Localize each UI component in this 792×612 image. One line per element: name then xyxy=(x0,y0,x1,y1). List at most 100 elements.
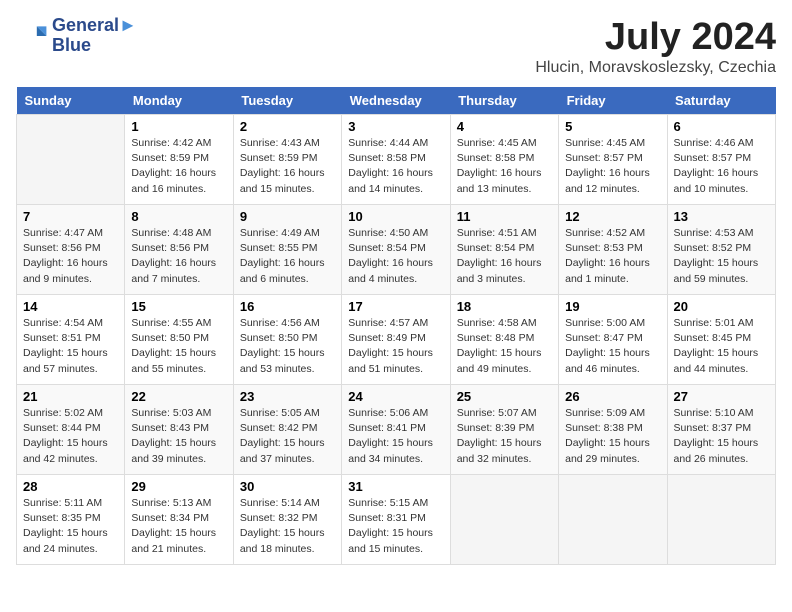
day-info: Sunrise: 5:07 AMSunset: 8:39 PMDaylight:… xyxy=(457,406,552,467)
day-number: 15 xyxy=(131,299,226,314)
calendar-cell: 9 Sunrise: 4:49 AMSunset: 8:55 PMDaylight… xyxy=(233,205,341,295)
day-info: Sunrise: 5:05 AMSunset: 8:42 PMDaylight:… xyxy=(240,406,335,467)
weekday-header-wednesday: Wednesday xyxy=(342,87,450,115)
day-info: Sunrise: 4:49 AMSunset: 8:55 PMDaylight:… xyxy=(240,226,335,287)
day-info: Sunrise: 4:48 AMSunset: 8:56 PMDaylight:… xyxy=(131,226,226,287)
day-number: 13 xyxy=(674,209,769,224)
calendar-cell xyxy=(667,475,775,565)
day-number: 3 xyxy=(348,119,443,134)
day-info: Sunrise: 4:58 AMSunset: 8:48 PMDaylight:… xyxy=(457,316,552,377)
calendar-cell: 18Sunrise: 4:58 AMSunset: 8:48 PMDayligh… xyxy=(450,295,558,385)
calendar-cell: 28 Sunrise: 5:11 AMSunset: 8:35 PMDayligh… xyxy=(17,475,125,565)
month-title: July 2024 xyxy=(535,16,776,59)
calendar-cell: 26 Sunrise: 5:09 AMSunset: 8:38 PMDayligh… xyxy=(559,385,667,475)
day-info: Sunrise: 4:56 AMSunset: 8:50 PMDaylight:… xyxy=(240,316,335,377)
day-info: Sunrise: 4:42 AMSunset: 8:59 PMDaylight:… xyxy=(131,136,226,197)
calendar-cell: 12 Sunrise: 4:52 AMSunset: 8:53 PMDayligh… xyxy=(559,205,667,295)
week-row-2: 7Sunrise: 4:47 AMSunset: 8:56 PMDaylight… xyxy=(17,205,776,295)
day-info: Sunrise: 5:02 AMSunset: 8:44 PMDaylight:… xyxy=(23,406,118,467)
week-row-3: 14 Sunrise: 4:54 AMSunset: 8:51 PMDayligh… xyxy=(17,295,776,385)
calendar-cell: 31 Sunrise: 5:15 AMSunset: 8:31 PMDayligh… xyxy=(342,475,450,565)
calendar-cell: 21 Sunrise: 5:02 AMSunset: 8:44 PMDayligh… xyxy=(17,385,125,475)
day-number: 30 xyxy=(240,479,335,494)
calendar-cell: 25 Sunrise: 5:07 AMSunset: 8:39 PMDayligh… xyxy=(450,385,558,475)
weekday-header-thursday: Thursday xyxy=(450,87,558,115)
day-info: Sunrise: 5:03 AMSunset: 8:43 PMDaylight:… xyxy=(131,406,226,467)
calendar-cell: 17 Sunrise: 4:57 AMSunset: 8:49 PMDayligh… xyxy=(342,295,450,385)
day-number: 25 xyxy=(457,389,552,404)
day-number: 23 xyxy=(240,389,335,404)
day-number: 14 xyxy=(23,299,118,314)
day-info: Sunrise: 4:43 AMSunset: 8:59 PMDaylight:… xyxy=(240,136,335,197)
day-number: 17 xyxy=(348,299,443,314)
day-number: 9 xyxy=(240,209,335,224)
day-info: Sunrise: 4:46 AMSunset: 8:57 PMDaylight:… xyxy=(674,136,769,197)
day-info: Sunrise: 4:52 AMSunset: 8:53 PMDaylight:… xyxy=(565,226,660,287)
day-info: Sunrise: 4:44 AMSunset: 8:58 PMDaylight:… xyxy=(348,136,443,197)
day-info: Sunrise: 5:06 AMSunset: 8:41 PMDaylight:… xyxy=(348,406,443,467)
day-number: 1 xyxy=(131,119,226,134)
calendar-cell xyxy=(559,475,667,565)
day-info: Sunrise: 5:11 AMSunset: 8:35 PMDaylight:… xyxy=(23,496,118,557)
day-number: 16 xyxy=(240,299,335,314)
day-number: 11 xyxy=(457,209,552,224)
calendar-cell: 2 Sunrise: 4:43 AMSunset: 8:59 PMDaylight… xyxy=(233,115,341,205)
calendar-cell: 13Sunrise: 4:53 AMSunset: 8:52 PMDayligh… xyxy=(667,205,775,295)
location-subtitle: Hlucin, Moravskoslezsky, Czechia xyxy=(535,59,776,77)
day-number: 4 xyxy=(457,119,552,134)
day-number: 8 xyxy=(131,209,226,224)
day-info: Sunrise: 5:09 AMSunset: 8:38 PMDaylight:… xyxy=(565,406,660,467)
day-number: 27 xyxy=(674,389,769,404)
day-number: 22 xyxy=(131,389,226,404)
day-info: Sunrise: 4:51 AMSunset: 8:54 PMDaylight:… xyxy=(457,226,552,287)
day-info: Sunrise: 4:54 AMSunset: 8:51 PMDaylight:… xyxy=(23,316,118,377)
day-info: Sunrise: 4:57 AMSunset: 8:49 PMDaylight:… xyxy=(348,316,443,377)
calendar-cell: 22 Sunrise: 5:03 AMSunset: 8:43 PMDayligh… xyxy=(125,385,233,475)
weekday-header-tuesday: Tuesday xyxy=(233,87,341,115)
week-row-5: 28 Sunrise: 5:11 AMSunset: 8:35 PMDayligh… xyxy=(17,475,776,565)
calendar-cell: 16 Sunrise: 4:56 AMSunset: 8:50 PMDayligh… xyxy=(233,295,341,385)
calendar-cell xyxy=(450,475,558,565)
day-number: 2 xyxy=(240,119,335,134)
title-block: July 2024 Hlucin, Moravskoslezsky, Czech… xyxy=(535,16,776,77)
day-number: 26 xyxy=(565,389,660,404)
day-info: Sunrise: 4:45 AMSunset: 8:57 PMDaylight:… xyxy=(565,136,660,197)
day-number: 24 xyxy=(348,389,443,404)
day-number: 19 xyxy=(565,299,660,314)
calendar-cell: 14 Sunrise: 4:54 AMSunset: 8:51 PMDayligh… xyxy=(17,295,125,385)
calendar-cell: 3 Sunrise: 4:44 AMSunset: 8:58 PMDaylight… xyxy=(342,115,450,205)
day-number: 31 xyxy=(348,479,443,494)
week-row-1: 1 Sunrise: 4:42 AMSunset: 8:59 PMDaylight… xyxy=(17,115,776,205)
weekday-header-saturday: Saturday xyxy=(667,87,775,115)
calendar-cell: 7Sunrise: 4:47 AMSunset: 8:56 PMDaylight… xyxy=(17,205,125,295)
calendar-cell: 4 Sunrise: 4:45 AMSunset: 8:58 PMDaylight… xyxy=(450,115,558,205)
day-info: Sunrise: 4:47 AMSunset: 8:56 PMDaylight:… xyxy=(23,226,118,287)
calendar-cell: 10 Sunrise: 4:50 AMSunset: 8:54 PMDayligh… xyxy=(342,205,450,295)
day-number: 5 xyxy=(565,119,660,134)
weekday-header-friday: Friday xyxy=(559,87,667,115)
day-info: Sunrise: 5:10 AMSunset: 8:37 PMDaylight:… xyxy=(674,406,769,467)
calendar-cell: 6 Sunrise: 4:46 AMSunset: 8:57 PMDaylight… xyxy=(667,115,775,205)
day-number: 6 xyxy=(674,119,769,134)
calendar-cell xyxy=(17,115,125,205)
calendar-cell: 24 Sunrise: 5:06 AMSunset: 8:41 PMDayligh… xyxy=(342,385,450,475)
day-number: 20 xyxy=(674,299,769,314)
day-info: Sunrise: 4:55 AMSunset: 8:50 PMDaylight:… xyxy=(131,316,226,377)
calendar-cell: 8 Sunrise: 4:48 AMSunset: 8:56 PMDaylight… xyxy=(125,205,233,295)
day-number: 21 xyxy=(23,389,118,404)
day-number: 10 xyxy=(348,209,443,224)
logo: General► Blue xyxy=(16,16,137,56)
calendar-cell: 23 Sunrise: 5:05 AMSunset: 8:42 PMDayligh… xyxy=(233,385,341,475)
day-info: Sunrise: 5:13 AMSunset: 8:34 PMDaylight:… xyxy=(131,496,226,557)
day-number: 28 xyxy=(23,479,118,494)
day-info: Sunrise: 5:14 AMSunset: 8:32 PMDaylight:… xyxy=(240,496,335,557)
day-info: Sunrise: 5:15 AMSunset: 8:31 PMDaylight:… xyxy=(348,496,443,557)
day-number: 29 xyxy=(131,479,226,494)
calendar-cell: 27 Sunrise: 5:10 AMSunset: 8:37 PMDayligh… xyxy=(667,385,775,475)
day-number: 12 xyxy=(565,209,660,224)
day-info: Sunrise: 4:45 AMSunset: 8:58 PMDaylight:… xyxy=(457,136,552,197)
page-header: General► Blue July 2024 Hlucin, Moravsko… xyxy=(16,16,776,77)
day-info: Sunrise: 4:50 AMSunset: 8:54 PMDaylight:… xyxy=(348,226,443,287)
calendar-cell: 1 Sunrise: 4:42 AMSunset: 8:59 PMDaylight… xyxy=(125,115,233,205)
calendar-cell: 29 Sunrise: 5:13 AMSunset: 8:34 PMDayligh… xyxy=(125,475,233,565)
